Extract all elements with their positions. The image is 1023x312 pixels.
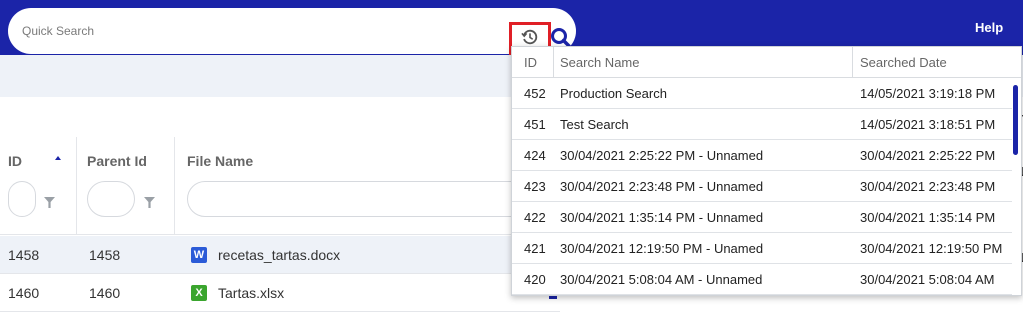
history-item[interactable]: 452 Production Search 14/05/2021 3:19:18… [512,78,1012,109]
cell-id: 1458 [8,247,40,263]
filter-icon[interactable] [144,195,155,213]
sort-ascending-icon [55,156,61,160]
history-item-id: 422 [524,210,546,225]
history-item[interactable]: 420 30/04/2021 5:08:04 AM - Unnamed 30/0… [512,264,1012,295]
column-header-parent-id[interactable]: Parent Id [87,153,147,169]
history-item[interactable]: 424 30/04/2021 2:25:22 PM - Unnamed 30/0… [512,140,1012,171]
history-header: ID Search Name Searched Date [512,47,1021,78]
history-item[interactable]: 422 30/04/2021 1:35:14 PM - Unnamed 30/0… [512,202,1012,233]
history-col-search-name: Search Name [560,55,640,70]
quick-search-box [8,8,576,57]
history-item-id: 452 [524,86,546,101]
file-name-filter-input[interactable] [187,181,547,217]
parent-id-filter-input[interactable] [87,181,135,217]
history-item-name: 30/04/2021 2:25:22 PM - Unnamed [560,148,764,163]
help-link[interactable]: Help [975,20,1003,35]
cell-file-name: recetas_tartas.docx [218,247,341,263]
table-row[interactable]: 1458 1458 W recetas_tartas.docx [0,236,560,274]
history-col-searched-date: Searched Date [860,55,947,70]
column-separator [553,47,554,78]
history-item-name: 30/04/2021 1:35:14 PM - Unnamed [560,210,764,225]
history-item[interactable]: 423 30/04/2021 2:23:48 PM - Unnamed 30/0… [512,171,1012,202]
word-icon: W [191,247,207,263]
column-header-file-name[interactable]: File Name [187,153,253,169]
quick-search-input[interactable] [22,20,492,42]
history-item-date: 30/04/2021 2:23:48 PM [860,179,996,194]
history-item-id: 423 [524,179,546,194]
history-item-id: 421 [524,241,546,256]
history-item-name: 30/04/2021 2:23:48 PM - Unnamed [560,179,764,194]
history-scrollbar-thumb[interactable] [1013,85,1018,155]
history-item-date: 30/04/2021 2:25:22 PM [860,148,996,163]
history-col-id: ID [524,55,537,70]
history-item-name: Test Search [560,117,629,132]
table-row[interactable]: 1460 1460 X Tartas.xlsx [0,274,560,312]
history-item[interactable]: 451 Test Search 14/05/2021 3:18:51 PM [512,109,1012,140]
history-item-date: 14/05/2021 3:19:18 PM [860,86,996,101]
history-item-name: 30/04/2021 5:08:04 AM - Unnamed [560,272,763,287]
history-item-id: 451 [524,117,546,132]
history-item-date: 14/05/2021 3:18:51 PM [860,117,996,132]
history-item[interactable]: 421 30/04/2021 12:19:50 PM - Unamed 30/0… [512,233,1012,264]
history-item-id: 424 [524,148,546,163]
search-history-dropdown: ID Search Name Searched Date 452 Product… [511,46,1022,296]
history-item-id: 420 [524,272,546,287]
history-item-date: 30/04/2021 5:08:04 AM [860,272,995,287]
column-separator [174,137,175,235]
history-item-name: 30/04/2021 12:19:50 PM - Unamed [560,241,764,256]
cell-parent-id: 1458 [89,247,121,263]
id-filter-input[interactable] [8,181,36,217]
history-item-date: 30/04/2021 1:35:14 PM [860,210,996,225]
filter-icon[interactable] [44,195,55,213]
column-header-id[interactable]: ID [8,153,22,169]
history-item-date: 30/04/2021 12:19:50 PM [860,241,1003,256]
column-separator [852,47,853,78]
history-item-name: Production Search [560,86,667,101]
column-separator [76,137,77,235]
